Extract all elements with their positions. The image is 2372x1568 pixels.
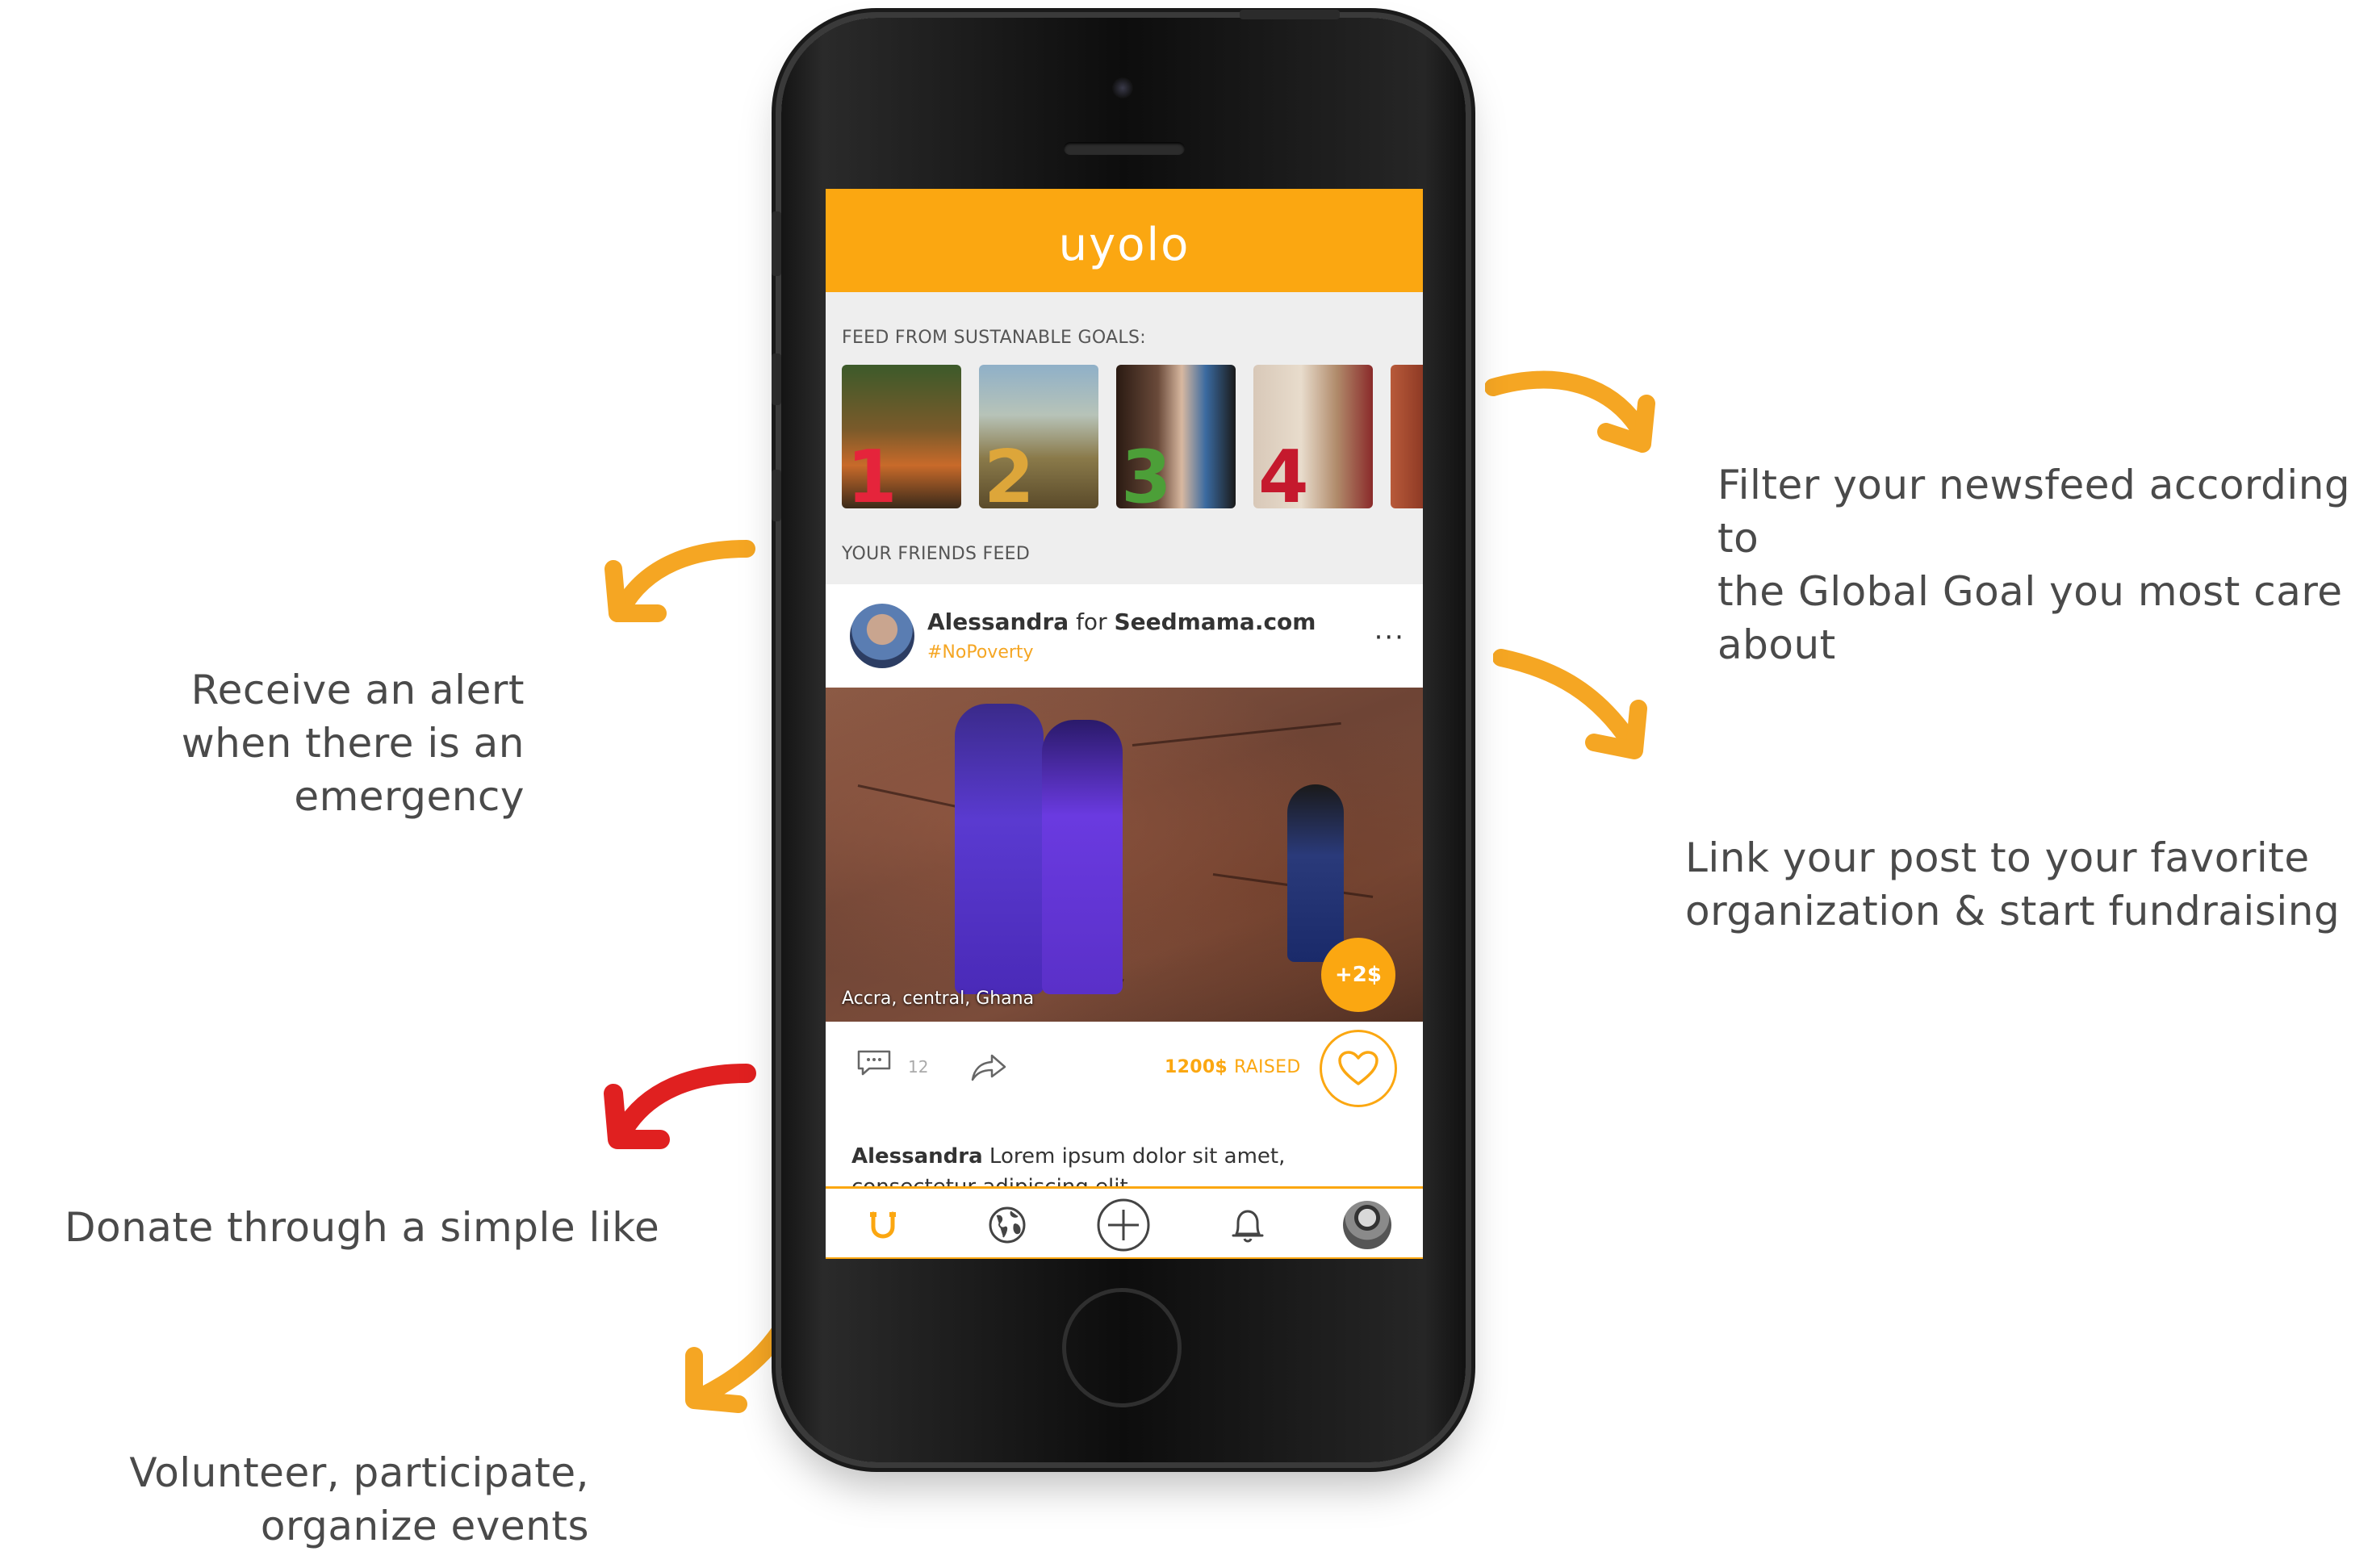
annotation-alert: Receive an alert when there is an emerge… xyxy=(24,663,525,823)
post-actions: 12 1200$ RAISED xyxy=(826,1022,1423,1127)
annotation-filter: Filter your newsfeed according to the Gl… xyxy=(1717,458,2372,671)
annotation-link-line-1: Link your post to your favorite xyxy=(1685,834,2310,881)
for-word: for xyxy=(1076,608,1107,635)
goal-card-2[interactable]: 2 xyxy=(979,365,1098,508)
author-name[interactable]: Alessandra xyxy=(927,608,1069,635)
arrow-filter-icon xyxy=(1485,370,1655,453)
post-image[interactable]: Accra, central, Ghana +2$ xyxy=(826,688,1423,1022)
annotation-volunteer-line-1: Volunteer, participate, xyxy=(129,1449,589,1496)
raised-value: 1200$ xyxy=(1165,1057,1228,1077)
goal-number: 4 xyxy=(1258,435,1309,508)
phone-power-button xyxy=(1240,10,1340,19)
tab-create[interactable] xyxy=(1095,1197,1152,1253)
friends-section-label: YOUR FRIENDS FEED xyxy=(842,544,1031,564)
annotation-volunteer: Volunteer, participate, organize events xyxy=(81,1446,589,1553)
phone-volume-down xyxy=(772,470,781,521)
goals-carousel[interactable]: 1 2 3 4 xyxy=(842,365,1423,508)
app-screen: uyolo FEED FROM SUSTANABLE GOALS: 1 2 3 … xyxy=(826,189,1423,1259)
post-header: Alessandra for Seedmama.com #NoPoverty ·… xyxy=(826,584,1423,688)
like-button[interactable] xyxy=(1320,1030,1397,1107)
goal-number: 2 xyxy=(984,435,1035,508)
goal-card-3[interactable]: 3 xyxy=(1116,365,1236,508)
annotation-alert-line-2: when there is an emergency xyxy=(181,720,525,820)
heart-icon xyxy=(1338,1051,1378,1085)
annotation-donate-line-1: Donate through a simple like xyxy=(65,1204,660,1251)
goals-section-label: FEED FROM SUSTANABLE GOALS: xyxy=(842,328,1146,348)
profile-avatar xyxy=(1343,1201,1391,1249)
annotation-volunteer-line-2: organize events xyxy=(260,1503,589,1549)
annotation-donate: Donate through a simple like xyxy=(65,1201,659,1254)
post-location: Accra, central, Ghana xyxy=(842,989,1035,1009)
home-icon xyxy=(870,1211,896,1239)
arrow-donate-icon xyxy=(604,1064,756,1149)
wall-crack xyxy=(1132,721,1341,746)
arrow-link-icon xyxy=(1493,649,1647,759)
annotation-filter-line-1: Filter your newsfeed according to xyxy=(1717,462,2351,562)
comment-count: 12 xyxy=(908,1057,929,1077)
hashtag[interactable]: #NoPoverty xyxy=(927,642,1034,663)
tab-home[interactable] xyxy=(855,1197,911,1253)
annotation-link-line-2: organization & start fundraising xyxy=(1685,888,2341,935)
annotation-link: Link your post to your favorite organiza… xyxy=(1685,831,2340,938)
tab-profile[interactable] xyxy=(1339,1197,1395,1253)
tab-explore[interactable] xyxy=(979,1197,1035,1253)
brand-logo: uyolo xyxy=(1058,218,1190,271)
raised-amount: 1200$ RAISED xyxy=(1165,1057,1301,1077)
bottom-tab-bar xyxy=(826,1186,1423,1259)
comment-icon[interactable] xyxy=(856,1049,892,1077)
tab-notifications[interactable] xyxy=(1219,1197,1276,1253)
tab-bar-underline xyxy=(826,1257,1423,1259)
more-options-icon[interactable]: ··· xyxy=(1374,621,1405,654)
person-figure xyxy=(1042,720,1123,994)
goal-number: 3 xyxy=(1121,435,1172,508)
home-button[interactable] xyxy=(1062,1288,1182,1407)
earpiece-speaker xyxy=(1064,142,1185,155)
goal-card-4[interactable]: 4 xyxy=(1253,365,1373,508)
app-header: uyolo xyxy=(826,189,1423,292)
organization-link[interactable]: Seedmama.com xyxy=(1114,608,1316,635)
globe-icon xyxy=(989,1206,1026,1244)
phone-mute-switch xyxy=(772,211,781,276)
front-camera xyxy=(1112,77,1133,98)
goal-card-1[interactable]: 1 xyxy=(842,365,961,508)
author-line: Alessandra for Seedmama.com xyxy=(927,608,1316,635)
share-icon[interactable] xyxy=(969,1051,1008,1083)
child-figure xyxy=(1287,784,1344,962)
caption-author[interactable]: Alessandra xyxy=(851,1144,983,1169)
annotation-filter-line-2: the Global Goal you most care about xyxy=(1717,568,2343,668)
bell-icon xyxy=(1232,1210,1264,1243)
phone-volume-up xyxy=(772,353,781,405)
goal-number: 1 xyxy=(847,435,897,508)
author-avatar[interactable] xyxy=(850,604,914,668)
add-icon xyxy=(1097,1198,1150,1252)
donation-badge: +2$ xyxy=(1321,938,1395,1012)
arrow-alert-icon xyxy=(605,540,755,622)
raised-label: RAISED xyxy=(1234,1057,1301,1077)
annotation-alert-line-1: Receive an alert xyxy=(190,667,525,713)
person-figure xyxy=(955,704,1044,994)
goal-card-5[interactable] xyxy=(1391,365,1423,508)
